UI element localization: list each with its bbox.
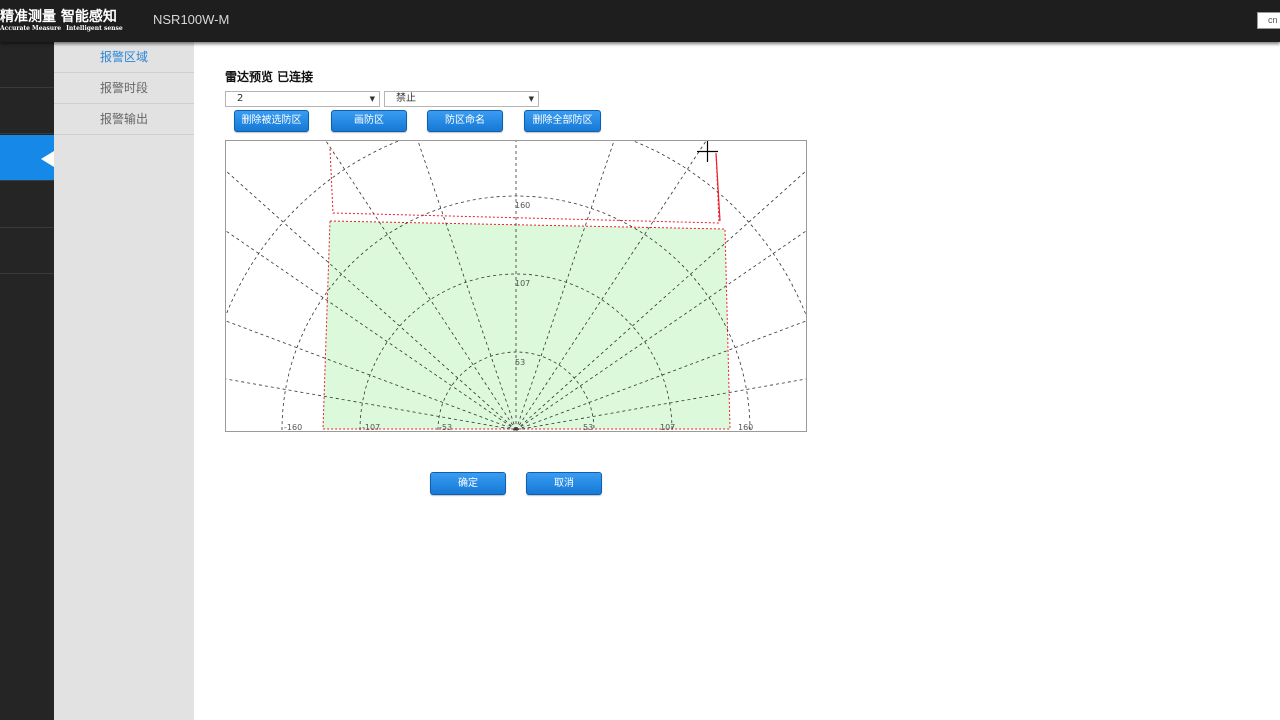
crosshair-cursor-icon xyxy=(697,141,718,162)
label-left-1: -53 xyxy=(439,423,452,431)
active-caret-icon xyxy=(41,151,54,167)
delete-selected-zone-button[interactable]: 删除被选防区 xyxy=(234,110,309,132)
chevron-down-icon: ▼ xyxy=(369,95,375,103)
delete-all-zones-button[interactable]: 删除全部防区 xyxy=(524,110,601,132)
name-zone-button[interactable]: 防区命名 xyxy=(427,110,503,132)
mode-select-value: 禁止 xyxy=(396,93,416,104)
confirm-button[interactable]: 确定 xyxy=(430,472,506,495)
sub-menu: 报警区域 报警时段 报警输出 xyxy=(54,42,194,720)
label-right-2: 107 xyxy=(660,423,675,431)
logo-english-1: Accurate Measure xyxy=(0,25,62,32)
submenu-item-alarm-zone[interactable]: 报警区域 xyxy=(54,42,194,73)
label-left-2: -107 xyxy=(362,423,380,431)
language-selector[interactable]: cn xyxy=(1257,12,1280,29)
top-header: 精准测量 智能感知 Accurate Measure Intelligent se… xyxy=(0,0,1280,42)
radar-grid: 53 107 160 -160 -107 -53 53 107 160 0 xyxy=(226,141,806,431)
sidebar-item-5[interactable] xyxy=(0,228,54,274)
zone-select[interactable]: 2 ▼ xyxy=(225,91,380,107)
sidebar-item-1[interactable] xyxy=(0,42,54,88)
submenu-item-alarm-output[interactable]: 报警输出 xyxy=(54,104,194,135)
brand-logo: 精准测量 智能感知 Accurate Measure Intelligent se… xyxy=(0,9,124,33)
cancel-button[interactable]: 取消 xyxy=(526,472,602,495)
zone-select-value: 2 xyxy=(237,93,244,104)
mode-select[interactable]: 禁止 ▼ xyxy=(384,91,539,107)
main-sidebar xyxy=(0,42,54,720)
device-model: NSR100W-M xyxy=(153,12,230,27)
label-r1: 53 xyxy=(515,358,525,367)
zone-edge-active xyxy=(715,152,721,222)
submenu-item-alarm-schedule[interactable]: 报警时段 xyxy=(54,73,194,104)
radar-preview-canvas[interactable]: 53 107 160 -160 -107 -53 53 107 160 0 xyxy=(225,140,807,432)
chevron-down-icon: ▼ xyxy=(528,95,534,103)
label-right-1: 53 xyxy=(583,423,593,431)
page-title: 雷达预览 已连接 xyxy=(225,70,314,84)
label-r3: 160 xyxy=(515,201,530,210)
sidebar-item-alarm[interactable] xyxy=(0,135,54,181)
sidebar-item-2[interactable] xyxy=(0,88,54,134)
logo-english-text: Accurate Measure Intelligent sense xyxy=(0,25,124,33)
label-origin: 0 xyxy=(513,426,518,431)
logo-english-2: Intelligent sense xyxy=(66,25,123,32)
sidebar-item-4[interactable] xyxy=(0,182,54,228)
zone-polygon-drawing[interactable] xyxy=(329,148,720,224)
logo-chinese-text: 精准测量 智能感知 xyxy=(0,9,117,25)
label-right-3: 160 xyxy=(738,423,753,431)
label-r2: 107 xyxy=(515,279,530,288)
draw-zone-button[interactable]: 画防区 xyxy=(331,110,407,132)
label-left-3: -160 xyxy=(284,423,302,431)
